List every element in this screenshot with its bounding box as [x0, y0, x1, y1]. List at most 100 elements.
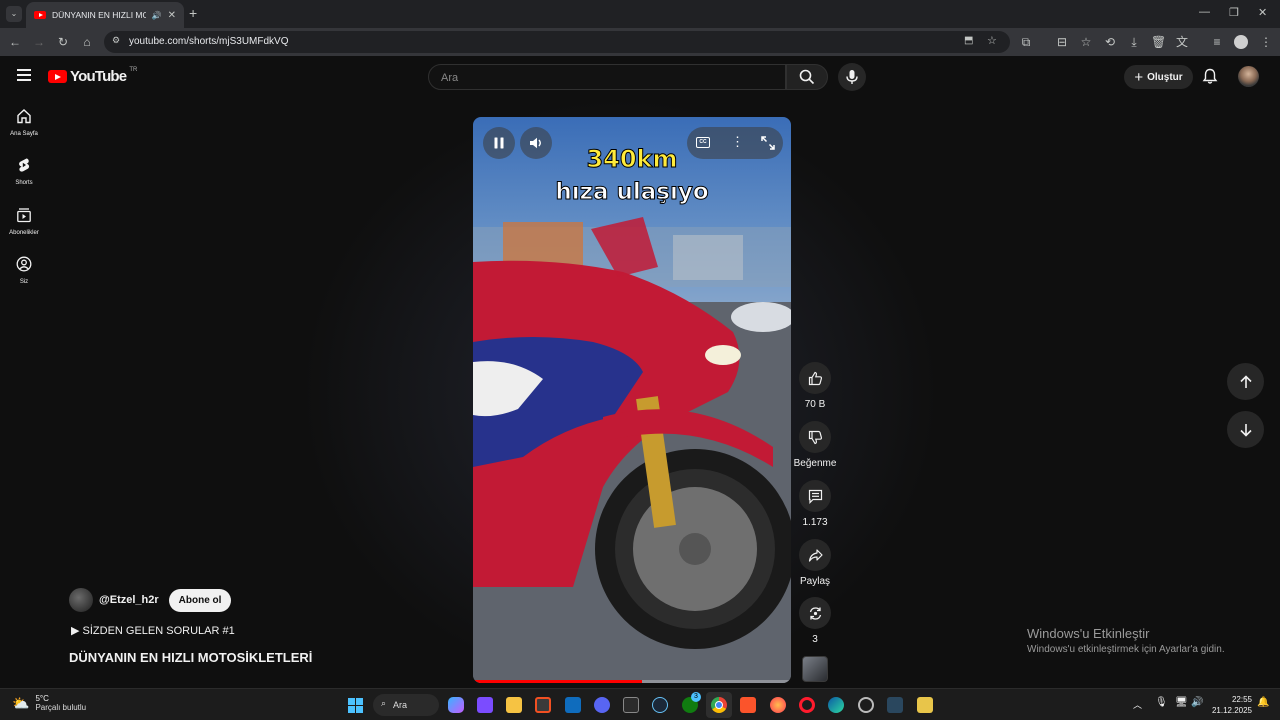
- restore-window-button[interactable]: ❐: [1229, 6, 1239, 19]
- browser-menu-icon[interactable]: ⋮: [1259, 35, 1273, 49]
- next-short-button[interactable]: [1227, 411, 1264, 448]
- shorts-video-player[interactable]: CC ⋮ 340km hıza ulaşıyo: [473, 117, 791, 683]
- create-button[interactable]: + Oluştur: [1124, 65, 1193, 89]
- close-window-button[interactable]: ✕: [1258, 6, 1267, 19]
- history-icon[interactable]: ⟲: [1103, 35, 1117, 49]
- outlook-icon[interactable]: [565, 697, 581, 713]
- forward-button-icon[interactable]: →: [32, 35, 46, 49]
- plus-icon: +: [1134, 68, 1144, 86]
- steam-icon[interactable]: [652, 697, 668, 713]
- firefox-icon[interactable]: [770, 697, 786, 713]
- downloads-icon[interactable]: ⤓: [1127, 35, 1141, 49]
- share-label: Paylaş: [799, 576, 830, 587]
- network-tray-icon[interactable]: 🖥: [1175, 697, 1188, 708]
- show-hidden-icons[interactable]: ︿: [1133, 698, 1142, 711]
- youtube-logo-text: YouTube: [70, 68, 127, 85]
- bookmark-star-icon[interactable]: ☆: [987, 34, 997, 47]
- create-label: Oluştur: [1147, 71, 1183, 83]
- start-button[interactable]: [348, 698, 363, 713]
- site-info-icon[interactable]: ⚙: [112, 35, 120, 46]
- system-clock[interactable]: 22:55 21.12.2025: [1208, 694, 1252, 716]
- app-yellow-icon[interactable]: [917, 697, 933, 713]
- epic-games-icon[interactable]: [623, 697, 639, 713]
- sidebar-item-shorts[interactable]: Shorts: [0, 157, 48, 186]
- voice-search-button[interactable]: [838, 63, 866, 91]
- tab-list-dropdown-button[interactable]: ⌄: [6, 6, 22, 22]
- reload-button-icon[interactable]: ↻: [56, 35, 70, 49]
- subscribe-button[interactable]: Abone ol: [168, 588, 232, 612]
- user-avatar[interactable]: [1238, 66, 1259, 87]
- steam-app-icon[interactable]: [887, 697, 903, 713]
- previous-short-button[interactable]: [1227, 363, 1264, 400]
- subscriptions-icon: [17, 208, 31, 223]
- windows-taskbar: ⛅ 5°C Parçalı bulutlu ⌕ Ara 3 ︿ 🎙 🖥 🔊 22…: [0, 688, 1280, 720]
- sidebar-item-you[interactable]: Siz: [0, 256, 48, 285]
- youtube-header: YouTube TR Ara + Oluştur: [0, 56, 1280, 96]
- tab-audio-icon[interactable]: 🔊: [152, 11, 162, 20]
- sound-thumbnail[interactable]: [802, 656, 828, 682]
- edge-icon[interactable]: [828, 697, 844, 713]
- app-purple-icon[interactable]: [477, 697, 493, 713]
- chrome-icon[interactable]: [711, 697, 727, 713]
- taskbar-search-icon: ⌕: [381, 698, 387, 708]
- video-progress-bar[interactable]: [473, 680, 791, 683]
- install-app-icon[interactable]: ⬒: [964, 35, 973, 46]
- share-button[interactable]: Paylaş: [795, 539, 835, 587]
- address-url: youtube.com/shorts/mjS3UMFdkVQ: [129, 36, 289, 47]
- hamburger-menu-icon[interactable]: [17, 69, 31, 81]
- you-icon: [16, 256, 32, 272]
- back-button-icon[interactable]: ←: [8, 35, 22, 49]
- share-icon: [808, 548, 823, 562]
- split-view-icon[interactable]: ⊟: [1055, 35, 1069, 49]
- tab-close-icon[interactable]: ✕: [168, 10, 176, 21]
- sidebar-item-label: Abonelikler: [9, 230, 39, 236]
- volume-tray-icon[interactable]: 🔊: [1191, 697, 1203, 708]
- video-caption-bottom: hıza ulaşıyo: [555, 179, 709, 206]
- video-title[interactable]: DÜNYANIN EN HIZLI MOTOSİKLETLERİ: [69, 650, 312, 665]
- sidebar-item-home[interactable]: Ana Sayfa: [0, 108, 48, 137]
- profile-avatar-icon[interactable]: [1234, 35, 1248, 49]
- discord-icon[interactable]: [594, 697, 610, 713]
- thumbs-down-icon: [808, 430, 822, 444]
- search-button[interactable]: [786, 64, 828, 90]
- translate-icon[interactable]: 文: [1175, 35, 1189, 49]
- youtube-favicon-icon: [34, 11, 46, 19]
- xbox-icon[interactable]: 3: [682, 692, 701, 713]
- like-button[interactable]: 70 B: [795, 362, 835, 410]
- new-tab-button[interactable]: +: [189, 5, 197, 21]
- home-button-icon[interactable]: ⌂: [80, 35, 94, 49]
- microsoft-store-icon[interactable]: [535, 697, 551, 713]
- notification-center-icon[interactable]: 🔔: [1257, 697, 1269, 708]
- weather-widget[interactable]: ⛅ 5°C Parçalı bulutlu: [12, 694, 86, 712]
- notifications-button[interactable]: [1202, 68, 1218, 90]
- settings-app-icon[interactable]: [858, 697, 874, 713]
- thumbs-up-icon: [808, 371, 822, 385]
- file-explorer-icon[interactable]: [506, 697, 522, 713]
- taskbar-search[interactable]: ⌕ Ara: [373, 694, 439, 716]
- opera-icon[interactable]: [799, 697, 815, 713]
- remix-icon: [809, 606, 821, 620]
- copilot-app-icon[interactable]: [448, 697, 464, 713]
- minimize-window-button[interactable]: —: [1199, 6, 1210, 18]
- remix-button[interactable]: 3: [795, 597, 835, 645]
- xbox-badge: 3: [691, 692, 701, 702]
- search-input[interactable]: Ara: [428, 64, 786, 90]
- favorites-icon[interactable]: ☆: [1079, 35, 1093, 49]
- extensions-icon[interactable]: ⧉: [1019, 35, 1033, 49]
- microphone-tray-icon[interactable]: 🎙: [1155, 697, 1168, 708]
- sidebar-item-subscriptions[interactable]: Abonelikler: [0, 207, 48, 236]
- browser-tab-active[interactable]: DÜNYANIN EN HIZLI MOTOSİ 🔊 ✕: [26, 2, 184, 28]
- brave-icon[interactable]: [740, 697, 756, 713]
- channel-name[interactable]: @Etzel_h2r: [99, 594, 159, 606]
- playlist-link[interactable]: ▶ SİZDEN GELEN SORULAR #1: [71, 624, 235, 637]
- reading-list-icon[interactable]: ≡: [1210, 35, 1224, 49]
- dislike-button[interactable]: Beğenme: [792, 421, 838, 469]
- comment-icon: [808, 489, 822, 504]
- youtube-logo[interactable]: YouTube TR: [48, 67, 137, 85]
- comments-button[interactable]: 1.173: [795, 480, 835, 528]
- channel-avatar[interactable]: [69, 588, 93, 612]
- video-caption-top: 340km: [586, 145, 678, 174]
- delete-data-icon[interactable]: 🗑: [1151, 35, 1166, 49]
- address-bar[interactable]: ⚙ youtube.com/shorts/mjS3UMFdkVQ ⬒ ☆: [104, 31, 1010, 53]
- windows-activation-watermark: Windows'u Etkinleştir Windows'u etkinleş…: [1027, 626, 1225, 655]
